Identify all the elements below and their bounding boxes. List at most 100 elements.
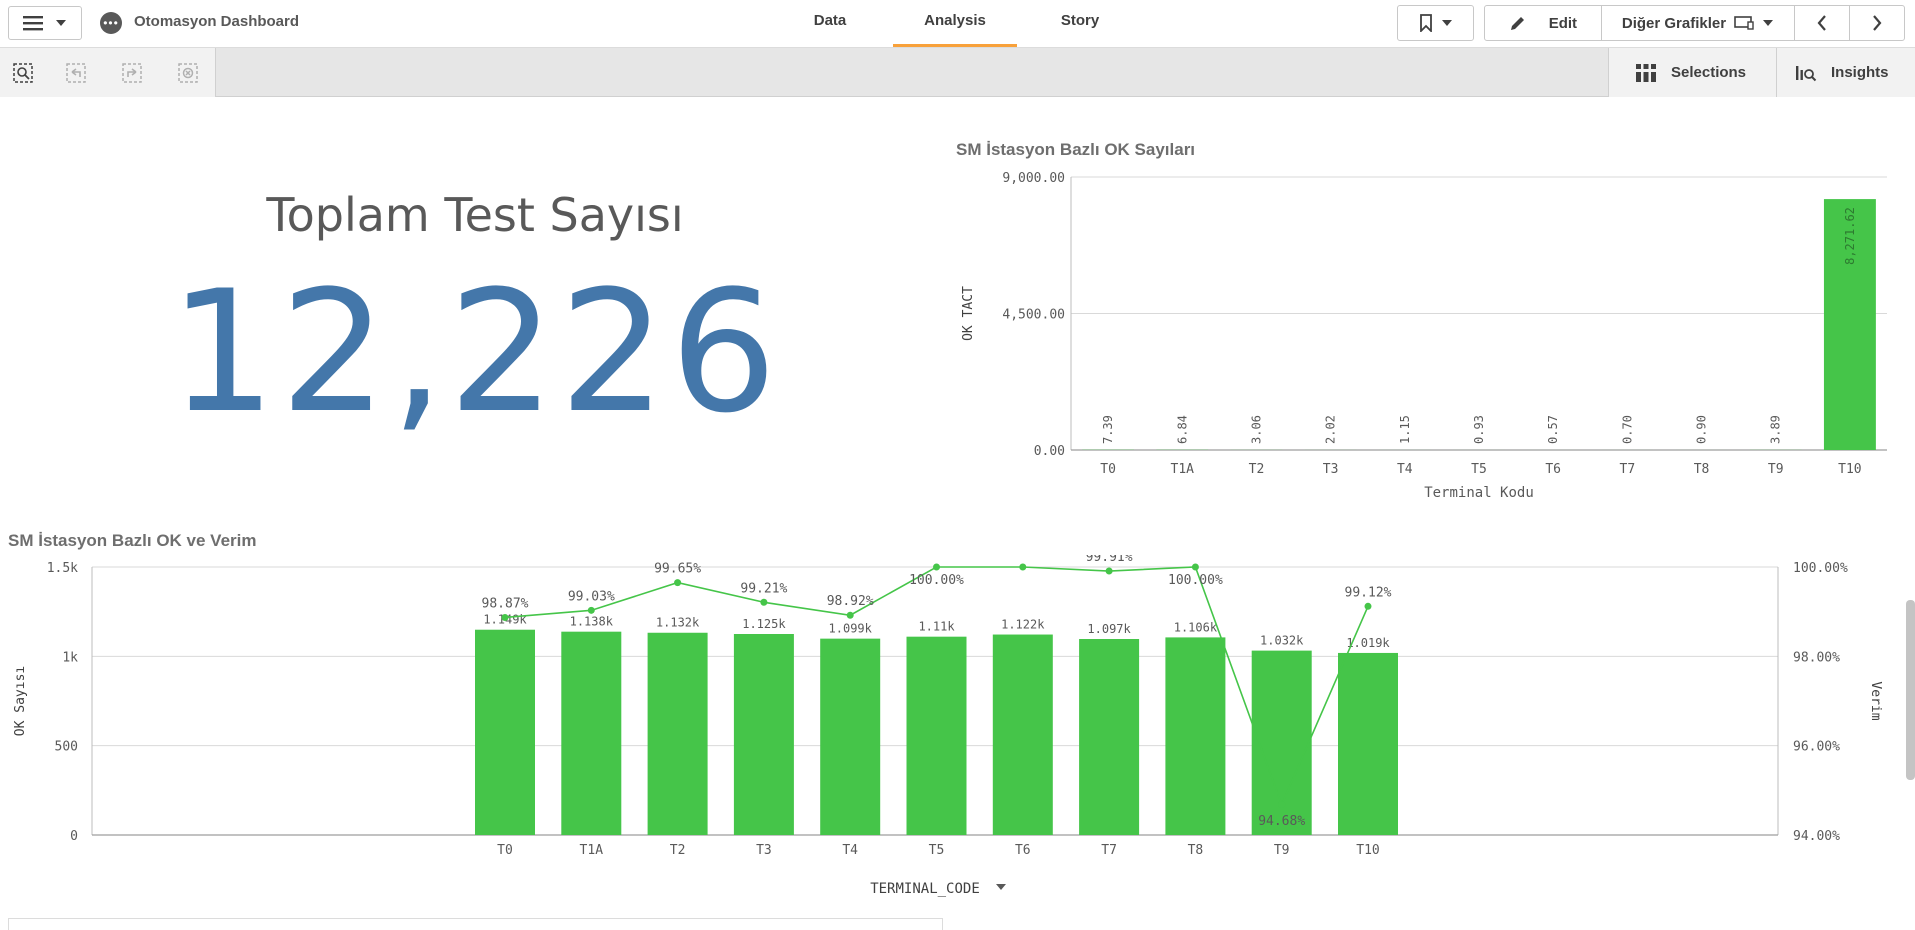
sheet-selector[interactable]: Diğer Grafikler [1602,6,1795,40]
data-label: 0.70 [1620,415,1634,444]
x-tick-label: T3 [756,843,772,858]
data-label: 0.90 [1695,415,1709,444]
ok-verim-combo-chart[interactable]: 0 500 1k 1.5k 94.00% 96.00% 98.00% 100.00% OK Sa… [0,555,1905,905]
verim-point [1278,801,1285,808]
top-bar: ••• Otomasyon Dashboard Data Analysis St… [0,0,1915,48]
data-label: 1.15 [1398,415,1412,444]
bar-T7 [1079,639,1139,835]
verim-data-label: 99.65% [654,562,701,577]
x-tick-label: T9 [1274,843,1290,858]
bar-T10 [1338,653,1398,835]
chart2-title: SM İstasyon Bazlı OK ve Verim [8,531,256,551]
bar-data-label: 1.032k [1260,634,1304,648]
bar-T3 [734,634,794,835]
verim-data-label: 100.00% [1168,573,1223,588]
insights-button[interactable]: Insights [1776,48,1915,97]
y-tick-label: 0.00 [1034,444,1065,459]
bar-data-label: 1.019k [1346,636,1390,650]
bar-T0 [475,630,535,835]
x-tick-label: T6 [1015,843,1031,858]
next-object-edge [8,918,943,930]
hamburger-icon [23,15,43,31]
bar-data-label: 1.138k [570,615,614,629]
x-tick-label: T2 [670,843,686,858]
x-tick-label: T10 [1838,462,1861,477]
y-tick-label: 1k [62,650,78,665]
y-tick-label: 500 [55,740,78,755]
x-tick-label: T7 [1101,843,1117,858]
y-tick-label: 0 [70,829,78,844]
selections-label: Selections [1671,64,1746,81]
app-icon: ••• [100,12,122,34]
y2-tick-label: 94.00% [1793,829,1840,844]
main-menu-button[interactable] [8,6,82,40]
previous-sheet-button[interactable] [1795,6,1849,40]
data-label: 3.06 [1249,415,1263,444]
x-tick-label: T0 [497,843,513,858]
chevron-left-icon [1817,15,1827,31]
y-axis-label: OK TACT [961,286,976,341]
verim-data-label: 98.87% [482,596,529,611]
verim-point [502,614,509,621]
verim-point [1365,603,1372,610]
verim-data-label: 98.92% [827,594,874,609]
smart-search-icon[interactable] [12,62,34,84]
x-tick-label: T6 [1545,462,1561,477]
y2-tick-label: 98.00% [1793,650,1840,665]
tool-icons [0,48,216,97]
chevron-down-icon [55,19,67,27]
y2-tick-label: 96.00% [1793,740,1840,755]
active-tab-indicator [893,44,1017,47]
sheet-name: Diğer Grafikler [1622,15,1726,32]
bar-data-label: 1.106k [1174,620,1218,634]
bar-T8 [1165,637,1225,835]
x-tick-label: T8 [1694,462,1710,477]
x-axis-label: TERMINAL_CODE [870,881,980,897]
chevron-right-icon [1872,15,1882,31]
verim-data-label: 94.68% [1258,814,1305,829]
bar-T4 [820,639,880,835]
data-label: 7.39 [1101,415,1115,444]
x-axis-label: Terminal Kodu [1424,485,1534,501]
verim-data-label: 99.21% [740,581,787,596]
vertical-scrollbar[interactable] [1906,600,1915,780]
x-tick-label: T10 [1356,843,1379,858]
verim-data-label: 100.00% [909,573,964,588]
y-axis-label: OK Sayısı [13,666,28,736]
verim-point [674,579,681,586]
clear-selections-icon[interactable] [177,62,199,84]
kpi-title: Toplam Test Sayısı [0,188,950,242]
tab-story[interactable]: Story [1055,12,1105,29]
selection-actions: Selections Insights [1608,48,1915,97]
verim-data-label: 99.91% [1086,555,1133,565]
step-back-icon[interactable] [65,62,87,84]
x-tick-label: T9 [1768,462,1784,477]
insights-label: Insights [1831,64,1889,81]
y-tick-label: 1.5k [47,561,78,576]
ok-tact-bar-chart[interactable]: 0.004,500.009,000.00OK TACTT07.39T1A6.84… [950,165,1905,515]
selection-toolbar: Selections Insights [0,48,1915,97]
data-label: 2.02 [1324,415,1338,444]
data-label: 8,271.62 [1843,207,1857,265]
bar-data-label: 1.097k [1087,622,1131,636]
data-label: 6.84 [1175,415,1189,444]
x-tick-label: T1A [1171,462,1195,477]
x-tick-label: T5 [1471,462,1487,477]
sheet-toolbar: Edit Diğer Grafikler [1484,5,1905,41]
bookmark-button[interactable] [1397,5,1474,41]
edit-label: Edit [1549,15,1577,32]
tab-analysis[interactable]: Analysis [893,12,1017,29]
verim-point [588,607,595,614]
bar-T6 [993,635,1053,835]
edit-button[interactable]: Edit [1485,6,1601,40]
step-forward-icon[interactable] [121,62,143,84]
kpi-value[interactable]: 12,226 [0,268,950,436]
tab-data[interactable]: Data [805,12,855,29]
bar-T5 [907,637,967,835]
selections-button[interactable]: Selections [1608,48,1776,97]
x-tick-label: T4 [1397,462,1413,477]
x-tick-label: T2 [1249,462,1265,477]
bar-T1A [561,632,621,835]
next-sheet-button[interactable] [1850,6,1904,40]
data-label: 0.93 [1472,415,1486,444]
